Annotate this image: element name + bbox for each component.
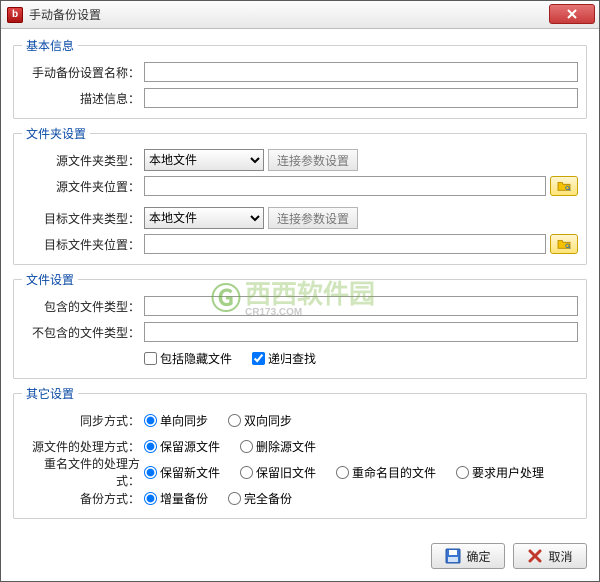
dst-path-input[interactable] (144, 234, 546, 254)
group-file-legend: 文件设置 (22, 271, 78, 288)
dup-label: 重名文件的处理方式： (22, 455, 144, 489)
group-folder-legend: 文件夹设置 (22, 125, 90, 142)
src-browse-button[interactable] (550, 176, 578, 196)
group-other: 其它设置 同步方式： 单向同步 双向同步 源文件的处理方式： 保留源文件 删除源… (13, 385, 587, 519)
name-label: 手动备份设置名称： (22, 64, 144, 81)
close-icon (567, 9, 577, 19)
sync-radio-group: 单向同步 双向同步 (144, 412, 578, 429)
dst-browse-button[interactable] (550, 234, 578, 254)
save-icon (445, 548, 461, 564)
group-basic: 基本信息 手动备份设置名称： 描述信息： (13, 37, 587, 119)
button-bar: 确定 取消 (1, 535, 599, 581)
group-other-legend: 其它设置 (22, 385, 78, 402)
sync-label: 同步方式： (22, 412, 144, 429)
src-type-combo[interactable]: 本地文件 (144, 149, 264, 171)
include-input[interactable] (144, 296, 578, 316)
src-path-label: 源文件夹位置： (22, 178, 144, 195)
ask-user-radio[interactable]: 要求用户处理 (456, 464, 544, 481)
cancel-button-label: 取消 (548, 548, 572, 565)
hidden-files-label: 包括隐藏文件 (160, 350, 232, 367)
rename-dest-radio[interactable]: 重命名目的文件 (336, 464, 436, 481)
group-basic-legend: 基本信息 (22, 37, 78, 54)
keep-source-radio[interactable]: 保留源文件 (144, 438, 220, 455)
folder-open-icon (557, 238, 571, 250)
backup-name-input[interactable] (144, 62, 578, 82)
src-handle-radio-group: 保留源文件 删除源文件 (144, 438, 578, 455)
client-area: Ⓖ 西西软件园 CR173.COM 基本信息 手动备份设置名称： 描述信息： 文… (1, 29, 599, 535)
keep-old-radio[interactable]: 保留旧文件 (240, 464, 316, 481)
src-handle-label: 源文件的处理方式： (22, 438, 144, 455)
include-label: 包含的文件类型： (22, 298, 144, 315)
recurse-checkbox[interactable]: 递归查找 (252, 350, 316, 367)
dst-path-label: 目标文件夹位置： (22, 236, 144, 253)
ok-button-label: 确定 (466, 548, 490, 565)
backup-mode-radio-group: 增量备份 完全备份 (144, 490, 578, 507)
ok-button[interactable]: 确定 (431, 543, 505, 569)
src-type-label: 源文件夹类型： (22, 152, 144, 169)
exclude-label: 不包含的文件类型： (22, 324, 144, 341)
close-button[interactable] (549, 4, 595, 24)
folder-open-icon (557, 180, 571, 192)
sync-oneway-radio[interactable]: 单向同步 (144, 412, 208, 429)
recurse-label: 递归查找 (268, 350, 316, 367)
incremental-radio[interactable]: 增量备份 (144, 490, 208, 507)
delete-source-radio[interactable]: 删除源文件 (240, 438, 316, 455)
backup-mode-label: 备份方式： (22, 490, 144, 507)
group-folder: 文件夹设置 源文件夹类型： 本地文件 连接参数设置 源文件夹位置： 目标文件夹类… (13, 125, 587, 265)
full-backup-radio[interactable]: 完全备份 (228, 490, 292, 507)
hidden-files-checkbox[interactable]: 包括隐藏文件 (144, 350, 232, 367)
dup-radio-group: 保留新文件 保留旧文件 重命名目的文件 要求用户处理 (144, 464, 578, 481)
app-icon: b (7, 7, 23, 23)
window-title: 手动备份设置 (29, 6, 101, 23)
exclude-input[interactable] (144, 322, 578, 342)
desc-label: 描述信息： (22, 90, 144, 107)
group-file: 文件设置 包含的文件类型： 不包含的文件类型： 包括隐藏文件 递归查找 (13, 271, 587, 379)
recurse-checkbox-input[interactable] (252, 352, 265, 365)
cancel-icon (527, 548, 543, 564)
src-conn-button[interactable]: 连接参数设置 (268, 149, 358, 171)
titlebar[interactable]: b 手动备份设置 (1, 1, 599, 29)
dst-conn-button[interactable]: 连接参数设置 (268, 207, 358, 229)
dialog-window: b 手动备份设置 Ⓖ 西西软件园 CR173.COM 基本信息 手动备份设置名称… (0, 0, 600, 582)
hidden-files-checkbox-input[interactable] (144, 352, 157, 365)
cancel-button[interactable]: 取消 (513, 543, 587, 569)
dst-type-label: 目标文件夹类型： (22, 210, 144, 227)
desc-input[interactable] (144, 88, 578, 108)
src-path-input[interactable] (144, 176, 546, 196)
keep-new-radio[interactable]: 保留新文件 (144, 464, 220, 481)
sync-twoway-radio[interactable]: 双向同步 (228, 412, 292, 429)
dst-type-combo[interactable]: 本地文件 (144, 207, 264, 229)
